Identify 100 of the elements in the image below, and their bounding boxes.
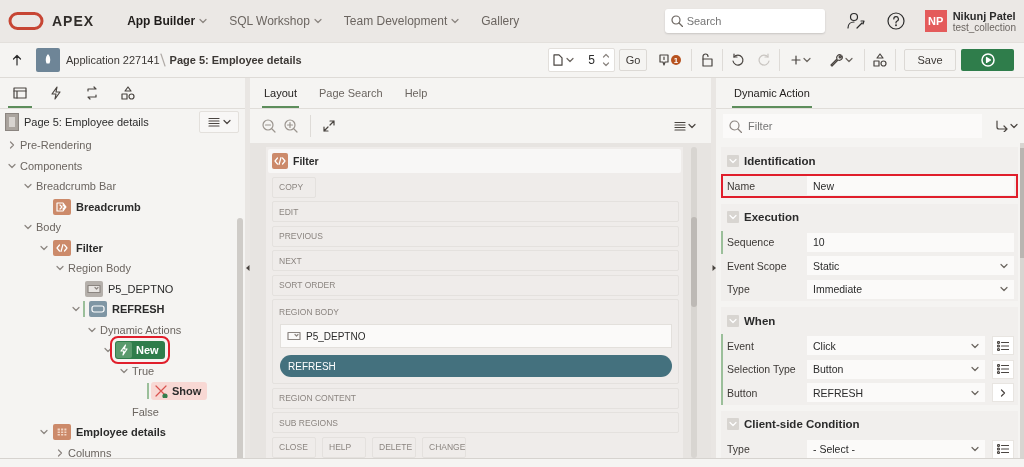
help-icon[interactable] (886, 12, 905, 30)
chevron-icon[interactable] (56, 264, 64, 273)
search-input[interactable]: Search (686, 15, 819, 27)
tab[interactable]: Help (402, 87, 430, 108)
warning-icon (659, 54, 669, 66)
run-button[interactable] (961, 49, 1014, 71)
tree-label[interactable]: Body (35, 221, 62, 234)
shapes-icon[interactable] (873, 53, 887, 67)
breadcrumb-link[interactable]: Page 5: Employee details (169, 54, 302, 66)
expand-icon[interactable] (323, 120, 335, 132)
tab[interactable]: Page Search (317, 87, 385, 108)
tree-label[interactable]: False (131, 405, 159, 418)
user-wrench-icon[interactable] (846, 12, 865, 30)
application-icon[interactable] (36, 48, 60, 72)
menu-button[interactable] (199, 111, 239, 133)
zoom-in-icon[interactable] (284, 119, 298, 133)
nav-menu[interactable]: App Builder (116, 8, 219, 34)
position-slot[interactable]: DELETE (372, 436, 416, 458)
text-field[interactable]: 10 (807, 232, 1014, 252)
position-slot[interactable]: HELP (322, 436, 366, 458)
collapse-toggle[interactable] (727, 154, 739, 167)
undo-icon[interactable] (731, 53, 745, 67)
scrollbar[interactable] (237, 218, 243, 458)
goto-button[interactable] (996, 120, 1018, 132)
select-field[interactable]: Static (807, 256, 1014, 276)
zoom-out-icon[interactable] (262, 119, 276, 133)
scrollbar[interactable] (1020, 143, 1024, 458)
go-to-button[interactable] (992, 383, 1014, 403)
text-field[interactable]: New (807, 176, 1014, 196)
chevron-icon[interactable] (104, 346, 112, 355)
search-field[interactable]: Search (664, 9, 825, 33)
caret-icon (803, 56, 811, 64)
select-field[interactable]: Click (807, 336, 985, 356)
lightning-icon (116, 342, 132, 359)
position-slot[interactable]: EDIT (272, 201, 679, 222)
tree-label[interactable]: Columns (67, 446, 112, 458)
nav-menu[interactable]: Gallery (470, 8, 531, 34)
tree-label[interactable]: Region Body (67, 262, 131, 275)
position-slot[interactable]: PREVIOUS (272, 225, 679, 247)
position-slot[interactable]: SUB REGIONS (272, 412, 679, 433)
caret-icon (1000, 285, 1008, 294)
chevron-icon[interactable] (24, 182, 32, 191)
filter-field[interactable]: Filter (723, 114, 982, 138)
select-field[interactable]: - Select - (807, 439, 985, 458)
tree-label[interactable]: Employee details (75, 426, 166, 439)
list-button[interactable] (992, 359, 1014, 379)
list-button[interactable] (992, 439, 1014, 458)
tab[interactable]: Layout (262, 87, 300, 108)
table-icon (53, 424, 71, 441)
tree-label[interactable]: P5_DEPTNO (107, 282, 174, 295)
user-avatar[interactable]: NP (924, 10, 947, 32)
position-slot[interactable]: SORT ORDER (272, 274, 679, 296)
select-field[interactable]: REFRESH (807, 383, 985, 403)
up-arrow-icon[interactable] (12, 54, 22, 66)
select-list-item[interactable]: P5_DEPTNO (280, 324, 672, 348)
tree-label[interactable]: Breadcrumb (75, 200, 141, 213)
position-slot[interactable]: COPY (272, 176, 316, 198)
chevron-icon[interactable] (72, 305, 80, 314)
filter-input[interactable]: Filter (748, 120, 976, 132)
page-title: Page 5: Employee details (24, 116, 150, 128)
tree-label[interactable]: Breadcrumb Bar (35, 180, 117, 193)
nav-menu[interactable]: SQL Workshop (218, 8, 333, 34)
page-selector[interactable]: 5 (548, 48, 615, 72)
chevron-icon[interactable] (40, 243, 48, 252)
chevron-icon[interactable] (8, 161, 16, 170)
position-slot[interactable]: NEXT (272, 250, 679, 271)
tree-label[interactable]: Filter (75, 241, 103, 254)
scrollbar[interactable] (691, 147, 697, 458)
collapse-toggle[interactable] (727, 314, 739, 327)
plus-icon (791, 55, 801, 65)
chevron-icon[interactable] (88, 325, 96, 334)
save-button[interactable]: Save (904, 49, 956, 71)
tree-label[interactable]: True (131, 364, 155, 377)
tree-label[interactable]: Dynamic Actions (99, 323, 182, 336)
collapse-toggle[interactable] (727, 211, 739, 223)
tree-node[interactable]: Show (151, 382, 208, 401)
select-field[interactable]: Immediate (807, 279, 1014, 299)
chevron-icon[interactable] (120, 366, 128, 375)
chevron-icon[interactable] (40, 428, 48, 437)
position-slot[interactable]: REGION BODY P5_DEPTNO REFRESH (272, 299, 679, 384)
list-button[interactable] (992, 336, 1014, 356)
tab[interactable]: Dynamic Action (732, 87, 812, 108)
select-field[interactable]: Button (807, 359, 985, 379)
tree-label[interactable]: REFRESH (111, 303, 165, 316)
page-button[interactable]: REFRESH (280, 355, 672, 377)
collapse-toggle[interactable] (727, 418, 739, 430)
tree-label[interactable]: Pre-Rendering (19, 139, 92, 152)
chevron-icon[interactable] (24, 223, 32, 232)
chevron-icon[interactable] (8, 141, 16, 150)
go-button[interactable]: Go (619, 49, 647, 71)
unlock-icon[interactable] (700, 53, 714, 67)
nav-menu[interactable]: Team Development (332, 8, 471, 34)
chevron-icon[interactable] (56, 448, 64, 457)
issues-button[interactable]: 1 (657, 52, 683, 68)
position-slot[interactable]: CHANGE (422, 436, 466, 458)
tree-label[interactable]: Components (19, 159, 83, 172)
position-slot[interactable]: REGION CONTENT (272, 387, 679, 409)
breadcrumb-link[interactable]: Application 227141 (66, 54, 160, 66)
tab[interactable] (8, 86, 32, 108)
position-slot[interactable]: CLOSE (272, 436, 316, 458)
